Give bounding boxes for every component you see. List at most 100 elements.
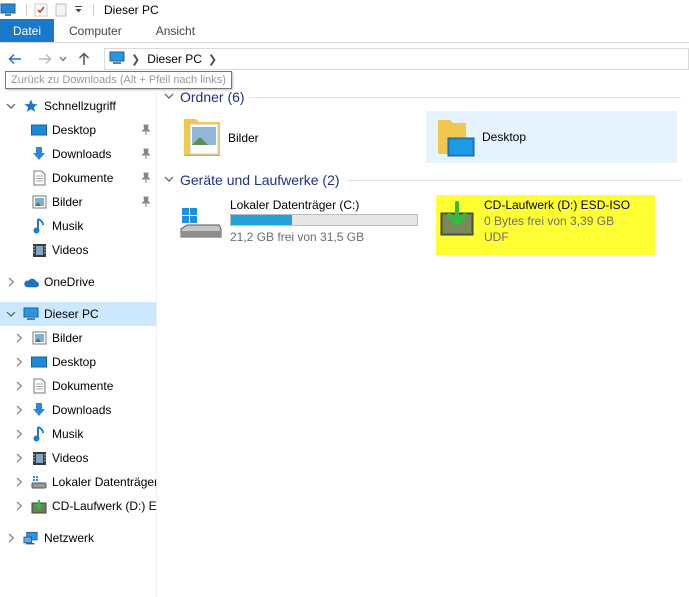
sidebar-item-label: Dokumente — [52, 171, 114, 185]
folder-label: Desktop — [482, 130, 527, 144]
chevron-right-icon[interactable] — [14, 501, 24, 511]
drive-usage-bar — [230, 214, 418, 226]
music-icon — [31, 218, 47, 234]
tab-ansicht[interactable]: Ansicht — [136, 19, 209, 42]
chevron-right-icon[interactable] — [14, 453, 24, 463]
pin-icon[interactable] — [141, 172, 151, 184]
sidebar-item-musik[interactable]: Musik — [0, 422, 156, 446]
sidebar-item-onedrive[interactable]: OneDrive — [0, 270, 156, 294]
chevron-right-icon[interactable] — [14, 381, 24, 391]
sidebar-item-label: Downloads — [52, 147, 112, 161]
title-bar: Dieser PC — [0, 0, 689, 19]
sidebar-item-netzwerk[interactable]: Netzwerk — [0, 526, 156, 550]
desktop-icon — [31, 354, 47, 370]
sidebar-item-label: Dokumente — [52, 379, 114, 393]
videos-icon — [31, 450, 47, 466]
pictures-icon — [31, 194, 47, 210]
breadcrumb-separator[interactable]: ❯ — [208, 53, 217, 66]
sidebar-item-cd-drive-d[interactable]: CD-Laufwerk (D:) ESD-ISO — [0, 494, 156, 518]
sidebar-item-downloads[interactable]: Downloads — [0, 142, 156, 166]
pictures-folder-icon — [182, 115, 222, 162]
drive-name: Lokaler Datenträger (C:) — [230, 198, 360, 212]
sidebar-item-label: Netzwerk — [44, 531, 95, 545]
sidebar-item-label: OneDrive — [44, 275, 95, 289]
arrow-left-icon — [8, 53, 21, 65]
window-title: Dieser PC — [104, 2, 159, 17]
document-icon — [31, 170, 47, 186]
chevron-right-icon[interactable] — [6, 533, 16, 543]
pin-icon[interactable] — [141, 124, 151, 136]
sidebar-item-label: Musik — [52, 219, 84, 233]
chevron-right-icon[interactable] — [14, 429, 24, 439]
recent-locations-button[interactable] — [56, 48, 70, 70]
chevron-right-icon[interactable] — [14, 405, 24, 415]
chevron-down-icon[interactable] — [6, 101, 16, 111]
back-button[interactable] — [4, 48, 26, 70]
tab-datei[interactable]: Datei — [0, 19, 54, 42]
sidebar-item-dokumente[interactable]: Dokumente — [0, 374, 156, 398]
sidebar-item-schnellzugriff[interactable]: Schnellzugriff — [0, 94, 156, 118]
sidebar-item-bilder[interactable]: Bilder — [0, 190, 156, 214]
group-header-folders[interactable]: Ordner (6) — [164, 87, 681, 107]
sidebar-item-dieser-pc[interactable]: Dieser PC — [0, 302, 156, 326]
sidebar-item-label: Bilder — [52, 331, 83, 345]
customize-toolbar-icon[interactable] — [73, 3, 83, 17]
pin-icon[interactable] — [141, 148, 151, 160]
divider — [347, 180, 682, 181]
divider — [249, 97, 681, 98]
pictures-icon — [31, 330, 47, 346]
breadcrumb-separator[interactable]: ❯ — [131, 53, 140, 66]
folder-tile-desktop[interactable]: Desktop — [426, 111, 677, 163]
sidebar-item-label: Bilder — [52, 195, 83, 209]
sidebar-item-desktop[interactable]: Desktop — [0, 118, 156, 142]
ribbon-tabs: Datei Computer Ansicht — [0, 19, 689, 43]
sidebar-item-videos[interactable]: Videos — [0, 446, 156, 470]
videos-icon — [31, 242, 47, 258]
tab-computer[interactable]: Computer — [54, 19, 136, 42]
drive-free-space: 21,2 GB frei von 31,5 GB — [230, 230, 365, 244]
sidebar-item-downloads[interactable]: Downloads — [0, 398, 156, 422]
sidebar-item-label: Lokaler Datenträger (C:) — [52, 475, 156, 489]
breadcrumb-dieser-pc[interactable]: Dieser PC — [147, 52, 202, 66]
network-icon — [23, 530, 39, 546]
desktop-icon — [31, 122, 47, 138]
chevron-down-icon — [59, 56, 67, 62]
chevron-right-icon[interactable] — [6, 277, 16, 287]
up-button[interactable] — [73, 48, 95, 70]
chevron-right-icon[interactable] — [14, 333, 24, 343]
cd-drive-icon — [439, 199, 475, 240]
address-bar[interactable]: ❯ Dieser PC ❯ — [104, 48, 689, 70]
cloud-icon — [23, 274, 39, 290]
pin-icon[interactable] — [141, 196, 151, 208]
group-title: Geräte und Laufwerke (2) — [180, 172, 340, 188]
forward-button[interactable] — [34, 48, 56, 70]
chevron-down-icon[interactable] — [6, 309, 16, 319]
folder-tile-bilder[interactable]: Bilder — [176, 113, 421, 163]
sidebar-item-label: Videos — [52, 243, 89, 257]
new-folder-icon[interactable] — [53, 3, 69, 17]
sidebar-item-dokumente[interactable]: Dokumente — [0, 166, 156, 190]
drive-tile-d[interactable]: CD-Laufwerk (D:) ESD-ISO 0 Bytes frei vo… — [436, 195, 655, 255]
drive-free-space: 0 Bytes frei von 3,39 GB — [484, 214, 615, 228]
properties-icon[interactable] — [33, 3, 49, 17]
sidebar-item-label: Musik — [52, 427, 84, 441]
arrow-up-icon — [78, 52, 90, 65]
hard-drive-icon — [179, 205, 223, 246]
group-header-drives[interactable]: Geräte und Laufwerke (2) — [164, 170, 682, 190]
sidebar-item-videos[interactable]: Videos — [0, 238, 156, 262]
chevron-right-icon[interactable] — [14, 357, 24, 367]
chevron-right-icon[interactable] — [14, 477, 24, 487]
chevron-down-icon — [164, 92, 176, 103]
separator — [26, 3, 27, 16]
content-pane: Ordner (6) Bilder Desktop Geräte und Lau… — [158, 75, 689, 597]
sidebar-item-label: Videos — [52, 451, 89, 465]
sidebar-item-desktop[interactable]: Desktop — [0, 350, 156, 374]
hard-drive-icon — [31, 474, 47, 490]
sidebar-item-musik[interactable]: Musik — [0, 214, 156, 238]
document-icon — [31, 378, 47, 394]
computer-icon[interactable] — [0, 3, 16, 17]
sidebar-item-bilder[interactable]: Bilder — [0, 326, 156, 350]
sidebar-item-local-disk-c[interactable]: Lokaler Datenträger (C:) — [0, 470, 156, 494]
music-icon — [31, 426, 47, 442]
drive-tile-c[interactable]: Lokaler Datenträger (C:) 21,2 GB frei vo… — [176, 195, 421, 253]
